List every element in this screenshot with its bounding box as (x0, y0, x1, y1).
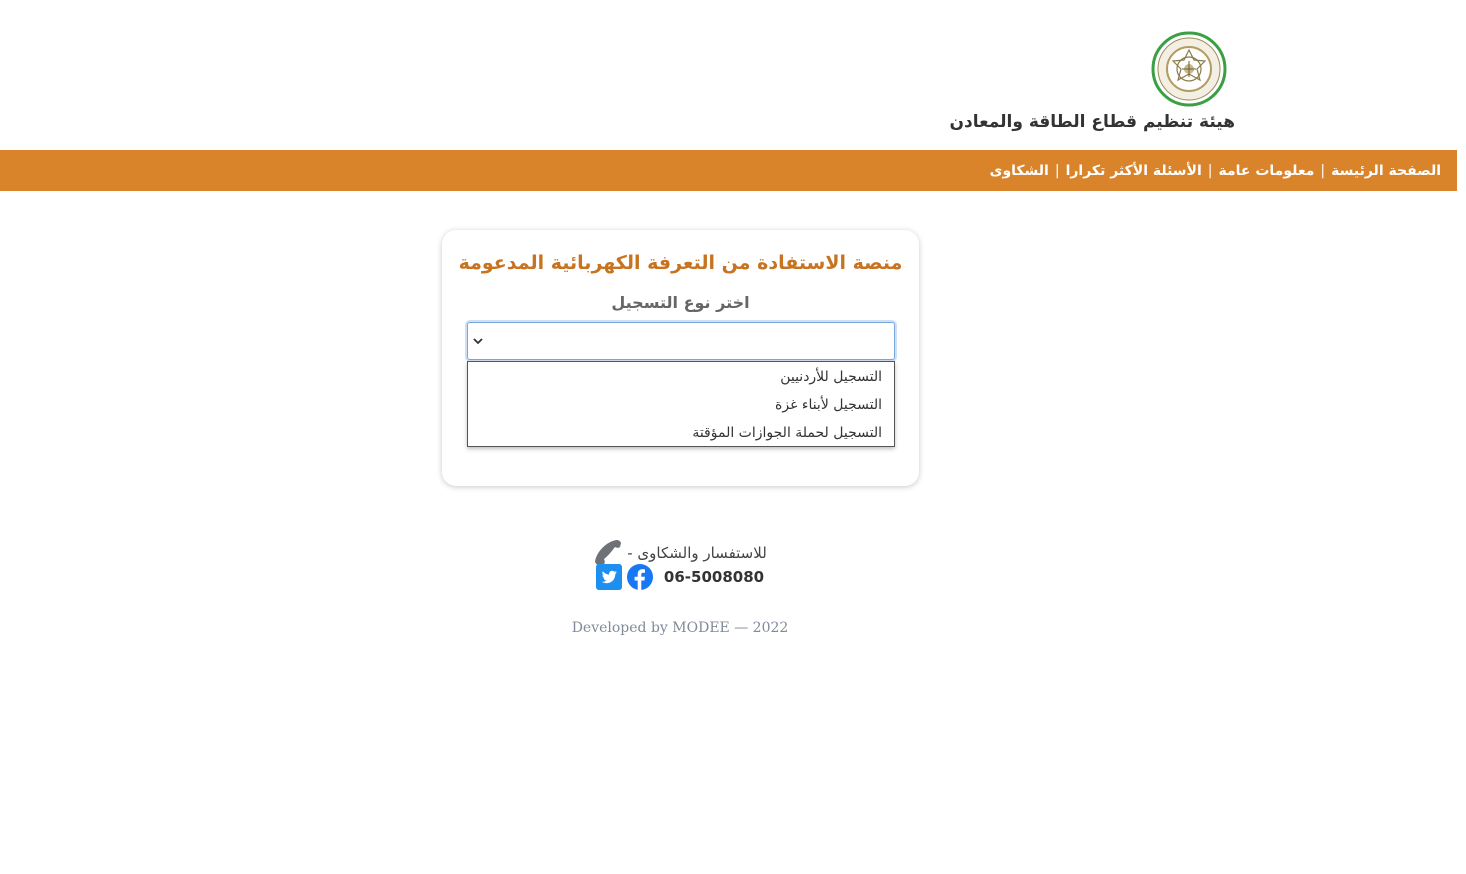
nav-item-home[interactable]: الصفحة الرئيسة (1331, 163, 1441, 179)
nav-separator: | (1320, 162, 1326, 179)
phone-number: 06-5008080 (663, 568, 765, 586)
contact-text: للاستفسار والشكاوى - (627, 544, 767, 562)
option-gaza[interactable]: التسجيل لأبناء غزة (468, 391, 894, 419)
nav-separator: | (1207, 162, 1213, 179)
card-title: منصة الاستفادة من التعرفة الكهربائية الم… (458, 252, 903, 274)
phone-row: 06-5008080 (440, 564, 920, 590)
registration-type-options: التسجيل للأردنيين التسجيل لأبناء غزة الت… (467, 361, 895, 447)
developer-credit: Developed by MODEE — 2022 (571, 620, 789, 636)
chevron-down-icon (473, 338, 483, 345)
nav-item-complaints[interactable]: الشكاوى (990, 163, 1049, 179)
registration-type-label: اختر نوع التسجيل (611, 293, 750, 312)
option-jordanians[interactable]: التسجيل للأردنيين (468, 363, 894, 391)
nav-separator: | (1054, 162, 1060, 179)
nav-links: الصفحة الرئيسة | معلومات عامة | الأسئلة … (990, 150, 1441, 191)
option-temporary-passport[interactable]: التسجيل لحملة الجوازات المؤقتة (468, 419, 894, 447)
page: هيئة تنظيم قطاع الطاقة والمعادن الصفحة ا… (0, 0, 1466, 874)
main-navbar: الصفحة الرئيسة | معلومات عامة | الأسئلة … (0, 150, 1457, 191)
facebook-icon[interactable] (626, 564, 653, 590)
nav-item-faq[interactable]: الأسئلة الأكثر تكرارا (1066, 163, 1202, 179)
regulatory-commission-seal-icon (1151, 31, 1227, 107)
registration-card: منصة الاستفادة من التعرفة الكهربائية الم… (442, 230, 919, 486)
nav-item-general-info[interactable]: معلومات عامة (1219, 163, 1315, 179)
registration-type-select[interactable] (467, 322, 895, 360)
twitter-icon[interactable] (595, 564, 622, 590)
org-name: هيئة تنظيم قطاع الطاقة والمعادن (949, 112, 1235, 132)
